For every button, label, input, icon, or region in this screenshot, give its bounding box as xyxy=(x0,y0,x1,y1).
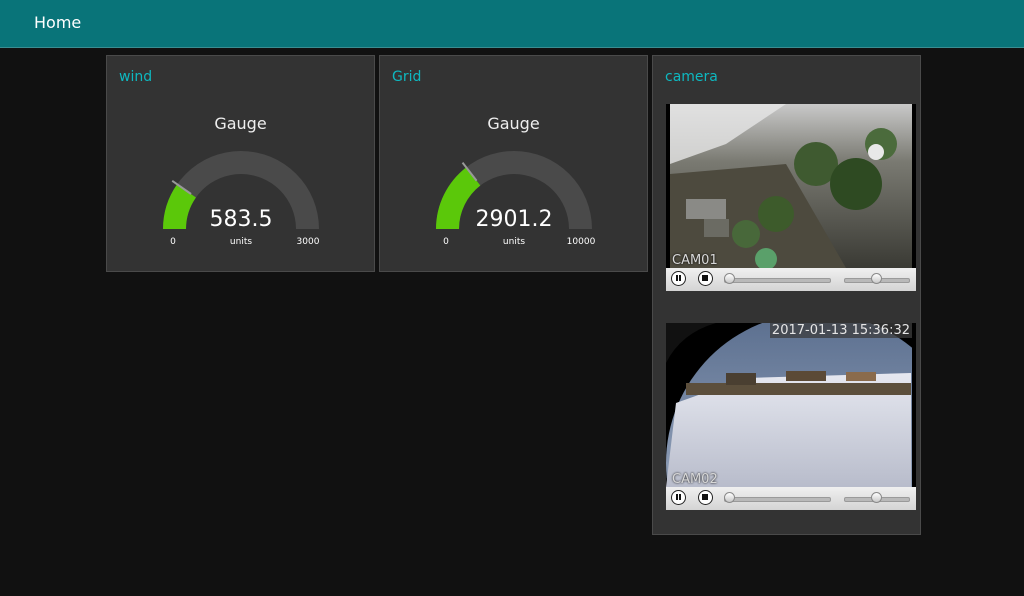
pause-button[interactable] xyxy=(671,490,686,505)
pause-button[interactable] xyxy=(671,271,686,286)
top-toolbar: Home xyxy=(0,0,1024,48)
wind-gauge: 583.5 units 0 3000 xyxy=(163,151,320,247)
gauge-min: 0 xyxy=(170,237,176,247)
camera-player-2: 2017-01-13 15:36:32 CAM02 xyxy=(666,323,916,510)
camera-name: CAM01 xyxy=(672,253,718,268)
player-controls xyxy=(666,268,916,291)
grid-gauge: 2901.2 units 0 10000 xyxy=(436,151,596,247)
gauge-min: 0 xyxy=(443,237,449,247)
camera-player-1: CAM01 xyxy=(666,104,916,291)
gauge-value: 583.5 xyxy=(210,207,273,232)
gauge-units: units xyxy=(503,237,525,247)
gauge-units: units xyxy=(230,237,252,247)
gauge-max: 10000 xyxy=(567,237,596,247)
page-title: Home xyxy=(34,13,82,32)
gauge-value: 2901.2 xyxy=(476,207,553,232)
camera-name: CAM02 xyxy=(672,472,718,487)
player-controls xyxy=(666,487,916,510)
seek-bar[interactable] xyxy=(724,497,831,502)
camera-feed-1[interactable]: CAM01 xyxy=(666,104,916,268)
seek-handle[interactable] xyxy=(724,492,735,503)
seek-bar[interactable] xyxy=(724,278,831,283)
card-title-camera: camera xyxy=(665,69,718,85)
seek-handle[interactable] xyxy=(724,273,735,284)
volume-handle[interactable] xyxy=(871,492,882,503)
camera-card: camera CAM01 2017-01-13 15:36:32 CAM02 xyxy=(652,55,921,535)
volume-handle[interactable] xyxy=(871,273,882,284)
camera-feed-2[interactable]: 2017-01-13 15:36:32 CAM02 xyxy=(666,323,916,487)
camera-timestamp: 2017-01-13 15:36:32 xyxy=(769,323,912,338)
stop-button[interactable] xyxy=(698,271,713,286)
gauge-max: 3000 xyxy=(297,237,320,247)
snow-field-image xyxy=(666,323,916,487)
wind-card: wind Gauge 583.5 units 0 3000 xyxy=(106,55,375,272)
greenhouse-image xyxy=(666,104,916,268)
stop-button[interactable] xyxy=(698,490,713,505)
grid-card: Grid Gauge 2901.2 units 0 10000 xyxy=(379,55,648,272)
